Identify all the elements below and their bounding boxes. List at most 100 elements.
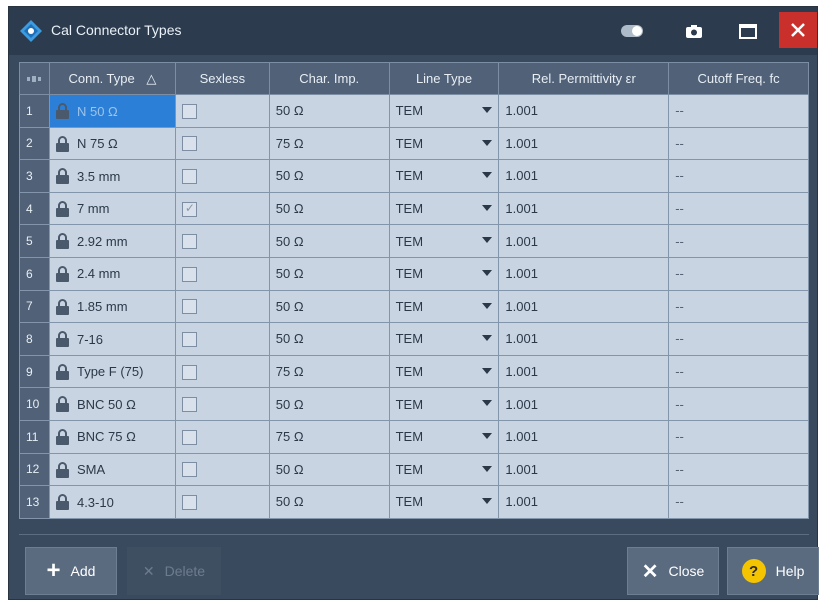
window-close-button[interactable] xyxy=(779,12,817,48)
sexless-checkbox[interactable] xyxy=(181,103,197,119)
line-type-dropdown[interactable]: TEM xyxy=(388,126,500,161)
char-imp-cell[interactable]: 50 Ω xyxy=(268,387,390,421)
column-header-conn-type[interactable]: Conn. Type △ xyxy=(48,62,176,95)
sexless-checkbox[interactable] xyxy=(181,462,197,478)
line-type-dropdown[interactable]: TEM xyxy=(388,224,500,258)
line-type-dropdown[interactable]: TEM xyxy=(388,159,500,193)
rel-permittivity-cell[interactable]: 1.001 xyxy=(498,485,670,519)
conn-type-cell[interactable]: 1.85 mm xyxy=(48,289,176,324)
row-number[interactable]: 2 xyxy=(19,126,50,161)
sexless-checkbox[interactable] xyxy=(181,494,197,510)
table-row[interactable]: 5 2.92 mm 50 Ω TEM 1.001 -- xyxy=(19,224,809,258)
table-row[interactable]: 2 N 75 Ω 75 Ω TEM 1.001 -- xyxy=(19,126,809,161)
char-imp-cell[interactable]: 50 Ω xyxy=(268,256,390,291)
conn-type-cell[interactable]: N 50 Ω xyxy=(48,94,176,128)
line-type-dropdown[interactable]: TEM xyxy=(388,485,500,519)
row-number[interactable]: 13 xyxy=(19,485,50,519)
column-header-line-type[interactable]: Line Type xyxy=(388,62,500,95)
row-number[interactable]: 12 xyxy=(19,452,50,487)
row-number[interactable]: 5 xyxy=(19,224,50,258)
line-type-dropdown[interactable]: TEM xyxy=(388,354,500,389)
char-imp-cell[interactable]: 50 Ω xyxy=(268,485,390,519)
conn-type-cell[interactable]: 2.92 mm xyxy=(48,224,176,258)
table-row[interactable]: 4 7 mm 50 ΩTEM1.001-- xyxy=(19,191,809,226)
table-row[interactable]: 3 3.5 mm 50 Ω TEM 1.001 -- xyxy=(19,159,809,193)
row-number[interactable]: 1 xyxy=(19,94,50,128)
conn-type-cell[interactable]: 2.4 mm xyxy=(48,256,176,291)
line-type-dropdown[interactable]: TEM xyxy=(388,289,500,324)
column-header-rel-permittivity[interactable]: Rel. Permittivity εr xyxy=(498,62,670,95)
sexless-checkbox[interactable] xyxy=(181,136,197,152)
conn-type-cell[interactable]: Type F (75) xyxy=(48,354,176,389)
conn-type-cell[interactable]: 3.5 mm xyxy=(48,159,176,193)
line-type-dropdown[interactable]: TEM xyxy=(388,452,500,487)
conn-type-cell[interactable]: N 75 Ω xyxy=(48,126,176,161)
table-row[interactable]: 7 1.85 mm 50 Ω TEM 1.001 -- xyxy=(19,289,809,324)
row-number[interactable]: 4 xyxy=(19,191,50,226)
char-imp-cell[interactable]: 50 Ω xyxy=(268,159,390,193)
row-number[interactable]: 7 xyxy=(19,289,50,324)
table-row[interactable]: 1 N 50 Ω 50 Ω TEM 1.001 -- xyxy=(19,94,809,128)
rel-permittivity-cell[interactable]: 1.001 xyxy=(498,191,670,226)
line-type-dropdown[interactable]: TEM xyxy=(388,419,500,454)
maximize-button[interactable] xyxy=(731,16,765,46)
rel-permittivity-cell[interactable]: 1.001 xyxy=(498,126,670,161)
conn-type-cell[interactable]: 4.3-10 xyxy=(48,485,176,519)
column-header-sexless[interactable]: Sexless xyxy=(174,62,270,95)
conn-type-cell[interactable]: 7-16 xyxy=(48,322,176,356)
char-imp-cell[interactable]: 50 Ω xyxy=(268,191,390,226)
char-imp-cell[interactable]: 75 Ω xyxy=(268,354,390,389)
conn-type-cell[interactable]: BNC 75 Ω xyxy=(48,419,176,454)
rel-permittivity-cell[interactable]: 1.001 xyxy=(498,94,670,128)
row-number[interactable]: 11 xyxy=(19,419,50,454)
conn-type-cell[interactable]: BNC 50 Ω xyxy=(48,387,176,421)
column-header-cutoff-freq[interactable]: Cutoff Freq. fc xyxy=(668,62,809,95)
row-number[interactable]: 6 xyxy=(19,256,50,291)
rel-permittivity-cell[interactable]: 1.001 xyxy=(498,452,670,487)
row-number[interactable]: 3 xyxy=(19,159,50,193)
conn-type-cell[interactable]: 7 mm xyxy=(48,191,176,226)
close-button[interactable]: ✕ Close xyxy=(627,547,719,595)
char-imp-cell[interactable]: 50 Ω xyxy=(268,322,390,356)
char-imp-cell[interactable]: 50 Ω xyxy=(268,94,390,128)
rel-permittivity-cell[interactable]: 1.001 xyxy=(498,322,670,356)
rel-permittivity-cell[interactable]: 1.001 xyxy=(498,354,670,389)
line-type-dropdown[interactable]: TEM xyxy=(388,191,500,226)
table-row[interactable]: 8 7-16 50 Ω TEM 1.001 -- xyxy=(19,322,809,356)
char-imp-cell[interactable]: 50 Ω xyxy=(268,452,390,487)
sexless-checkbox[interactable] xyxy=(181,299,197,315)
sexless-checkbox[interactable] xyxy=(181,201,197,217)
table-row[interactable]: 10 BNC 50 Ω 50 Ω TEM 1.001 -- xyxy=(19,387,809,421)
sexless-checkbox[interactable] xyxy=(181,364,197,380)
sexless-checkbox[interactable] xyxy=(181,266,197,282)
line-type-dropdown[interactable]: TEM xyxy=(388,322,500,356)
line-type-dropdown[interactable]: TEM xyxy=(388,94,500,128)
rel-permittivity-cell[interactable]: 1.001 xyxy=(498,387,670,421)
sexless-checkbox[interactable] xyxy=(181,429,197,445)
char-imp-cell[interactable]: 75 Ω xyxy=(268,126,390,161)
column-header-row-number[interactable] xyxy=(19,62,50,95)
sexless-checkbox[interactable] xyxy=(181,397,197,413)
table-row[interactable]: 12 SMA 50 Ω TEM 1.001 -- xyxy=(19,452,809,487)
help-button[interactable]: ? Help xyxy=(727,547,819,595)
screenshot-button[interactable] xyxy=(677,16,711,46)
rel-permittivity-cell[interactable]: 1.001 xyxy=(498,256,670,291)
row-number[interactable]: 8 xyxy=(19,322,50,356)
rel-permittivity-cell[interactable]: 1.001 xyxy=(498,419,670,454)
row-number[interactable]: 10 xyxy=(19,387,50,421)
rel-permittivity-cell[interactable]: 1.001 xyxy=(498,224,670,258)
line-type-dropdown[interactable]: TEM xyxy=(388,387,500,421)
rel-permittivity-cell[interactable]: 1.001 xyxy=(498,159,670,193)
rel-permittivity-cell[interactable]: 1.001 xyxy=(498,289,670,324)
sexless-checkbox[interactable] xyxy=(181,331,197,347)
line-type-dropdown[interactable]: TEM xyxy=(388,256,500,291)
table-row[interactable]: 11 BNC 75 Ω 75 Ω TEM 1.001 -- xyxy=(19,419,809,454)
char-imp-cell[interactable]: 50 Ω xyxy=(268,289,390,324)
column-header-char-imp[interactable]: Char. Imp. xyxy=(268,62,390,95)
sexless-checkbox[interactable] xyxy=(181,234,197,250)
sexless-checkbox[interactable] xyxy=(181,169,197,185)
char-imp-cell[interactable]: 75 Ω xyxy=(268,419,390,454)
table-row[interactable]: 13 4.3-10 50 Ω TEM 1.001 -- xyxy=(19,485,809,519)
char-imp-cell[interactable]: 50 Ω xyxy=(268,224,390,258)
transparency-toggle-button[interactable] xyxy=(615,16,649,46)
